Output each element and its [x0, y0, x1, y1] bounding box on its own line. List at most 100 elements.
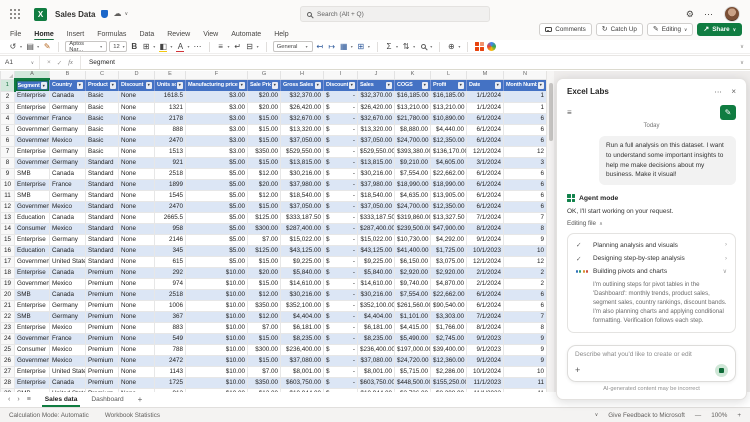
cell[interactable]: $-: [324, 234, 358, 245]
cell[interactable]: Premium: [86, 278, 119, 289]
header-cell-discount-band[interactable]: Discount band▾: [119, 79, 155, 91]
cell[interactable]: 11: [504, 377, 547, 388]
cell[interactable]: $13,320.00: [281, 124, 324, 135]
header-cell-month-number[interactable]: Month Number▾: [504, 79, 547, 91]
filter-dropdown-icon[interactable]: ▾: [41, 82, 48, 89]
cell[interactable]: $12,350.00: [431, 135, 467, 146]
cell[interactable]: Government: [15, 355, 50, 366]
cell[interactable]: 2/1/2024: [467, 278, 504, 289]
vertical-scrollbar[interactable]: [546, 71, 554, 392]
row-header-13[interactable]: 13: [1, 212, 15, 223]
cell[interactable]: $41,400.00: [395, 245, 431, 256]
cell[interactable]: $9,225.00: [281, 256, 324, 267]
cell[interactable]: $37,050.00: [281, 201, 324, 212]
cell[interactable]: $15.00: [248, 201, 281, 212]
cell[interactable]: Basic: [86, 102, 119, 113]
cell[interactable]: $1,101.00: [395, 311, 431, 322]
cell[interactable]: Germany: [50, 146, 86, 157]
scrollbar-thumb[interactable]: [549, 83, 554, 141]
cell[interactable]: 9: [504, 333, 547, 344]
cell[interactable]: 6: [504, 113, 547, 124]
column-header-L[interactable]: L: [431, 71, 467, 79]
cell[interactable]: Mexico: [50, 223, 86, 234]
cell[interactable]: $15.00: [248, 278, 281, 289]
cell[interactable]: 2665.5: [155, 212, 186, 223]
menu-home[interactable]: Home: [34, 31, 53, 38]
cell[interactable]: $-: [324, 201, 358, 212]
cell[interactable]: $37,080.00: [281, 355, 324, 366]
cell[interactable]: $5.00: [186, 179, 248, 190]
cell[interactable]: 12: [504, 256, 547, 267]
header-cell-profit[interactable]: Profit▾: [431, 79, 467, 91]
addins-icon[interactable]: ⊕: [446, 41, 456, 52]
cell[interactable]: Standard: [86, 212, 119, 223]
cell[interactable]: Germany: [50, 311, 86, 322]
cell[interactable]: $350.00: [248, 377, 281, 388]
cell[interactable]: $300.00: [248, 223, 281, 234]
cell[interactable]: $90,540.00: [431, 300, 467, 311]
cell[interactable]: $-: [324, 355, 358, 366]
titlebar-more-icon[interactable]: ⋯: [704, 9, 714, 20]
cell[interactable]: $30,216.00: [281, 289, 324, 300]
decrease-decimal-icon[interactable]: ↤: [315, 41, 325, 52]
cell[interactable]: Mexico: [50, 135, 86, 146]
format-painter-icon[interactable]: ✎: [42, 41, 52, 52]
cell[interactable]: 1: [504, 102, 547, 113]
cell[interactable]: $13,815.00: [358, 157, 395, 168]
cell[interactable]: $5,840.00: [358, 267, 395, 278]
cell[interactable]: France: [50, 113, 86, 124]
cell[interactable]: None: [119, 267, 155, 278]
cell[interactable]: None: [119, 190, 155, 201]
cell[interactable]: $37,080.00: [358, 355, 395, 366]
cell[interactable]: 6: [504, 124, 547, 135]
cell[interactable]: Standard: [86, 168, 119, 179]
cell[interactable]: $24,700.00: [395, 135, 431, 146]
cell[interactable]: 2: [504, 267, 547, 278]
cell[interactable]: $-: [324, 146, 358, 157]
cell[interactable]: $13,320.00: [358, 124, 395, 135]
attach-plus-icon[interactable]: +: [575, 366, 580, 375]
cell[interactable]: Premium: [86, 300, 119, 311]
cell[interactable]: $352,100.00: [281, 300, 324, 311]
cell[interactable]: 9/1/2023: [467, 333, 504, 344]
cell[interactable]: $10,730.00: [395, 234, 431, 245]
cell[interactable]: Basic: [86, 146, 119, 157]
addin-sphere-icon[interactable]: [486, 41, 496, 52]
menu-review[interactable]: Review: [167, 31, 190, 38]
cell[interactable]: Premium: [86, 311, 119, 322]
cell[interactable]: SMB: [15, 289, 50, 300]
cell[interactable]: None: [119, 135, 155, 146]
cell[interactable]: Standard: [86, 190, 119, 201]
cell[interactable]: 11/1/2023: [467, 377, 504, 388]
cell[interactable]: 7/1/2024: [467, 212, 504, 223]
cell[interactable]: Premium: [86, 322, 119, 333]
cell[interactable]: $12,360.00: [431, 355, 467, 366]
cell[interactable]: $7.00: [248, 322, 281, 333]
font-color-icon[interactable]: A: [175, 41, 185, 52]
sort-filter-icon[interactable]: ⇅: [401, 41, 411, 52]
cell[interactable]: None: [119, 91, 155, 102]
cell[interactable]: $603,750.00: [358, 377, 395, 388]
cell[interactable]: $37,050.00: [358, 135, 395, 146]
cell[interactable]: $8,001.00: [281, 366, 324, 377]
cell[interactable]: $13,327.50: [431, 212, 467, 223]
cell[interactable]: $30,216.00: [281, 168, 324, 179]
column-header-C[interactable]: C: [86, 71, 119, 79]
row-header-20[interactable]: 20: [1, 289, 15, 300]
cell[interactable]: $529,550.00: [281, 146, 324, 157]
cell[interactable]: Standard: [86, 223, 119, 234]
cell[interactable]: $-: [324, 267, 358, 278]
cell[interactable]: $10.00: [186, 278, 248, 289]
cell[interactable]: None: [119, 278, 155, 289]
cell[interactable]: None: [119, 146, 155, 157]
cell[interactable]: $20.00: [248, 102, 281, 113]
cell[interactable]: 883: [155, 322, 186, 333]
cell[interactable]: 1545: [155, 190, 186, 201]
row-header-6[interactable]: 6: [1, 135, 15, 146]
cell[interactable]: $4,404.00: [358, 311, 395, 322]
user-avatar[interactable]: [724, 6, 740, 22]
cell[interactable]: $26,420.00: [281, 102, 324, 113]
cell[interactable]: Standard: [86, 157, 119, 168]
cell[interactable]: $300.00: [248, 344, 281, 355]
cell[interactable]: $603,750.00: [281, 377, 324, 388]
